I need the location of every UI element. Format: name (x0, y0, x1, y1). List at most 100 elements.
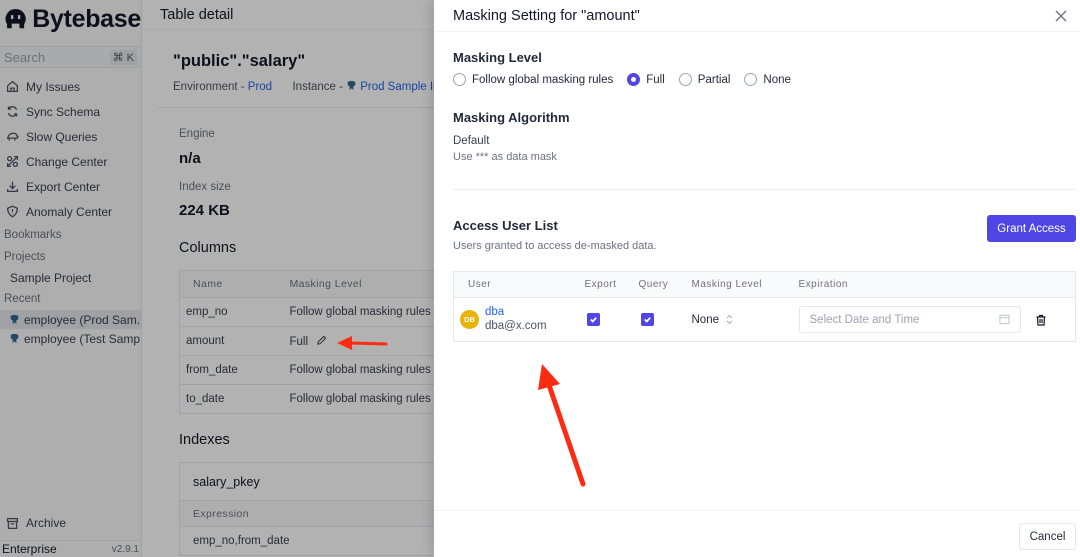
shield-icon (6, 205, 19, 218)
column-header-masking-level: Masking Level (691, 271, 799, 298)
search-placeholder: Search (4, 49, 46, 65)
sidebar-item-archive[interactable]: Archive (6, 516, 66, 530)
expiration-date-input[interactable]: Select Date and Time (798, 306, 1021, 333)
user-name-link[interactable]: dba (485, 305, 547, 319)
radio-label: Partial (697, 73, 731, 86)
plan-label[interactable]: Enterprise (2, 542, 57, 556)
masking-algorithm-title: Masking Algorithm (453, 110, 570, 125)
query-cell (639, 298, 692, 342)
brand-logo[interactable]: Bytebase (0, 0, 141, 38)
column-masking: Follow global masking rules (289, 355, 439, 385)
index-expression-header: Expression (180, 501, 438, 527)
sync-icon (7, 106, 18, 117)
masking-level-title: Masking Level (453, 50, 542, 65)
recent-item-label: employee (Prod Sam... (24, 312, 141, 327)
recent-item[interactable]: employee (Test Samp... (0, 329, 141, 348)
sidebar-item-change-center[interactable]: Change Center (0, 149, 141, 174)
table-title: "public"."salary" (173, 52, 306, 70)
grant-access-button[interactable]: Grant Access (987, 215, 1076, 242)
pencil-icon[interactable] (316, 335, 327, 346)
search-input[interactable]: Search ⌘ K (0, 46, 141, 68)
columns-title: Columns (179, 240, 237, 256)
turtle-icon (6, 132, 19, 141)
sidebar-item-label: Archive (26, 516, 67, 530)
access-user-list-description: Users granted to access de-masked data. (453, 240, 657, 252)
sidebar-project-item[interactable]: Sample Project (0, 268, 141, 288)
radio-follow-global[interactable]: Follow global masking rules (453, 73, 613, 86)
date-placeholder: Select Date and Time (809, 313, 920, 326)
masking-level-select[interactable]: None (692, 314, 734, 326)
table-row: amount Full (179, 326, 439, 356)
masking-level-value: None (691, 313, 720, 326)
drawer-header: Masking Setting for "amount" (434, 0, 1080, 32)
radio-circle (678, 73, 692, 86)
column-header-expiration: Expiration (798, 271, 1076, 298)
trash-icon[interactable] (1035, 314, 1047, 326)
recent-item-label: employee (Test Samp... (24, 331, 141, 346)
check-icon (643, 316, 651, 323)
sidebar-item-my-issues[interactable]: My Issues (0, 74, 141, 99)
environment-label: Environment - (173, 81, 248, 93)
home-icon (6, 80, 19, 93)
user-cell: DB dba dba@x.com (454, 298, 585, 342)
sidebar-nav: My Issues Sync Schema Slow Queries Chang… (0, 74, 141, 224)
column-name: to_date (179, 384, 290, 414)
sidebar-item-label: Export Center (26, 179, 101, 194)
postgres-icon (10, 333, 19, 344)
calendar-icon (998, 314, 1010, 325)
access-user-table: User Export Query Masking Level Expirati… (453, 271, 1076, 342)
index-size-value: 224 KB (179, 202, 230, 219)
postgres-icon (10, 314, 19, 325)
radio-circle (453, 73, 466, 86)
sidebar-item-anomaly-center[interactable]: Anomaly Center (0, 199, 141, 224)
column-header-export: Export (584, 271, 639, 298)
sidebar-item-export-center[interactable]: Export Center (0, 174, 141, 199)
recent-item[interactable]: employee (Prod Sam... (0, 310, 141, 329)
access-user-list-title: Access User List (453, 218, 558, 233)
index-name: salary_pkey (180, 463, 438, 501)
close-button[interactable] (1054, 9, 1068, 23)
radio-full[interactable]: Full (627, 73, 665, 86)
query-checkbox[interactable] (640, 312, 654, 326)
column-header-masking: Masking Level (289, 270, 439, 298)
environment-link[interactable]: Prod (248, 81, 272, 93)
column-name: emp_no (179, 297, 290, 327)
bytebase-logo-icon (5, 8, 26, 29)
radio-partial[interactable]: Partial (678, 73, 731, 86)
sidebar-item-slow-queries[interactable]: Slow Queries (0, 124, 141, 149)
column-masking-cell: Full (289, 326, 439, 356)
radio-none[interactable]: None (744, 73, 791, 86)
cancel-button[interactable]: Cancel (1019, 523, 1076, 550)
column-masking: Full (289, 335, 309, 348)
avatar: DB (460, 310, 479, 329)
masking-level-radio-group: Follow global masking rules Full Partial… (453, 73, 805, 86)
table-meta: Environment - Prod Instance - Prod Sampl… (173, 80, 439, 93)
column-header-user: User (453, 271, 585, 298)
sidebar: Bytebase Search ⌘ K My Issues Sync Schem… (0, 0, 142, 557)
export-checkbox[interactable] (586, 312, 600, 326)
archive-icon (6, 517, 19, 529)
radio-circle-checked (627, 73, 641, 86)
table-row: DB dba dba@x.com None Select Date and Ti… (454, 298, 1076, 342)
sidebar-item-label: Slow Queries (26, 129, 98, 144)
projects-section[interactable]: Projects (0, 247, 141, 268)
index-size-label: Index size (179, 181, 231, 193)
expiration-cell: Select Date and Time (798, 298, 1076, 342)
sidebar-item-sync-schema[interactable]: Sync Schema (0, 99, 141, 124)
radio-label: Full (646, 73, 665, 86)
table-row: emp_no Follow global masking rules (179, 297, 439, 327)
instance-label: Instance - (292, 81, 347, 93)
table-header-row: User Export Query Masking Level Expirati… (453, 271, 1076, 298)
column-header-name: Name (179, 270, 290, 298)
index-expression: emp_no,from_date (193, 535, 290, 547)
bookmarks-section[interactable]: Bookmarks (0, 225, 141, 246)
check-icon (589, 316, 597, 323)
close-icon (1055, 10, 1067, 21)
columns-table: Name Masking Level emp_no Follow global … (179, 270, 439, 414)
column-masking: Follow global masking rules (289, 384, 439, 414)
engine-value: n/a (179, 150, 201, 167)
instance-link[interactable]: Prod Sample In (360, 81, 439, 93)
search-shortcut: ⌘ K (109, 49, 137, 65)
drawer-title: Masking Setting for "amount" (453, 7, 640, 24)
sidebar-item-label: My Issues (26, 79, 81, 94)
